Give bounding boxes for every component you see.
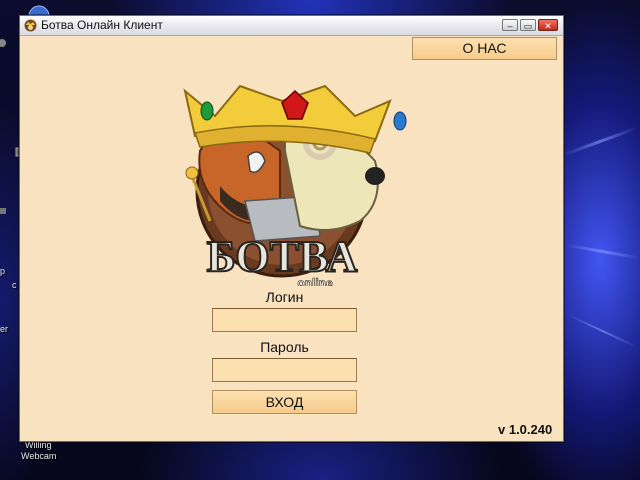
- desktop-icon-fragment[interactable]: [0, 208, 6, 214]
- desktop-icon-label[interactable]: Willing Webcam: [21, 440, 56, 462]
- close-button[interactable]: ✕: [538, 19, 558, 31]
- desktop-icon-fragment[interactable]: [0, 38, 8, 48]
- desktop-icon-label-fragment: p: [0, 266, 6, 276]
- login-input[interactable]: [212, 308, 357, 332]
- desktop-icon-label-line: Webcam: [21, 451, 57, 461]
- maximize-button[interactable]: ▭: [520, 19, 536, 31]
- glow-ray: [561, 126, 639, 157]
- login-label: Логин: [265, 289, 304, 305]
- glow-ray: [565, 243, 640, 260]
- ram-nose: [365, 167, 385, 185]
- desktop-icon-label-fragment: er: [0, 324, 9, 334]
- login-button[interactable]: ВХОД: [212, 390, 357, 414]
- desktop-icon-label-fragment: c: [12, 280, 17, 290]
- about-us-button[interactable]: О НАС: [412, 37, 557, 60]
- sapphire-gem: [393, 111, 407, 131]
- logo-title: БОТВА: [207, 232, 358, 281]
- scepter-orb: [185, 166, 199, 180]
- botva-logo: БОТВА online: [183, 84, 407, 286]
- password-label: Пароль: [260, 339, 309, 355]
- app-icon: [24, 19, 37, 32]
- minimize-button[interactable]: –: [502, 19, 518, 31]
- title-bar[interactable]: Ботва Онлайн Клиент – ▭ ✕: [20, 16, 563, 36]
- glow-ray: [568, 314, 637, 348]
- app-window: Ботва Онлайн Клиент – ▭ ✕ О НАС БОТВА on…: [19, 15, 564, 442]
- logo-subtitle: online: [297, 276, 333, 286]
- window-title: Ботва Онлайн Клиент: [41, 18, 163, 32]
- password-input[interactable]: [212, 358, 357, 382]
- emerald-gem: [200, 101, 214, 121]
- version-label: v 1.0.240: [498, 422, 553, 437]
